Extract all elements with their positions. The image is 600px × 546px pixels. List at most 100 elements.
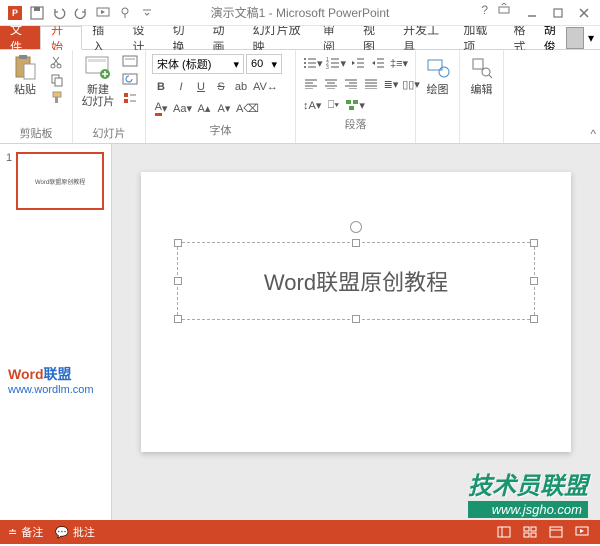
format-painter-icon[interactable] <box>48 90 66 106</box>
font-name-select[interactable]: 宋体 (标题)▾ <box>152 54 244 74</box>
layout-icon[interactable] <box>121 54 139 70</box>
maximize-button[interactable] <box>546 3 570 23</box>
strike-button[interactable]: S <box>212 78 230 96</box>
editing-button[interactable]: 编辑 <box>466 54 497 96</box>
resize-handle[interactable] <box>174 277 182 285</box>
slideshow-view-icon[interactable] <box>572 524 592 540</box>
section-icon[interactable] <box>121 90 139 106</box>
resize-handle[interactable] <box>174 315 182 323</box>
numbering-button[interactable]: 123▾ <box>325 54 346 72</box>
title-textbox[interactable]: Word联盟原创教程 <box>177 242 535 320</box>
tab-review[interactable]: 审阅 <box>313 26 353 49</box>
user-area[interactable]: 胡俊 ▾ <box>544 26 600 49</box>
resize-handle[interactable] <box>530 277 538 285</box>
redo-icon[interactable] <box>72 4 90 22</box>
group-font: 宋体 (标题)▾ 60▾ B I U S ab AV↔ A▾ Aa▾ A▴ A▾… <box>146 50 296 143</box>
tab-developer[interactable]: 开发工具 <box>393 26 453 49</box>
grow-font-button[interactable]: A▴ <box>195 99 213 117</box>
align-text-button[interactable]: ⎕▾ <box>324 96 342 114</box>
save-icon[interactable] <box>28 4 46 22</box>
align-right-button[interactable] <box>342 75 360 93</box>
window-controls: ? <box>481 3 600 23</box>
app-logo-icon[interactable]: P <box>6 4 24 22</box>
line-spacing-button[interactable]: ‡≡▾ <box>389 54 409 72</box>
svg-text:3: 3 <box>326 65 329 69</box>
justify-button[interactable] <box>362 75 380 93</box>
user-dropdown-icon[interactable]: ▾ <box>588 31 594 45</box>
paste-button[interactable]: 粘贴 <box>6 54 44 96</box>
font-size-select[interactable]: 60▾ <box>246 54 282 74</box>
reading-view-icon[interactable] <box>546 524 566 540</box>
align-center-button[interactable] <box>322 75 340 93</box>
tab-view[interactable]: 视图 <box>353 26 393 49</box>
qat-customize-icon[interactable] <box>138 4 156 22</box>
undo-icon[interactable] <box>50 4 68 22</box>
thumbnail[interactable]: Word联盟原创教程 <box>16 152 104 210</box>
copy-icon[interactable] <box>48 72 66 88</box>
new-slide-button[interactable]: 新建 幻灯片 <box>79 54 117 108</box>
change-case-button[interactable]: Aa▾ <box>172 99 193 117</box>
slide-editor[interactable]: Word联盟原创教程 <box>112 144 600 520</box>
sorter-view-icon[interactable] <box>520 524 540 540</box>
notes-button[interactable]: ≐ 备注 <box>8 524 43 540</box>
close-button[interactable] <box>572 3 596 23</box>
font-color-button[interactable]: A▾ <box>152 99 170 117</box>
bold-button[interactable]: B <box>152 78 170 96</box>
tab-format[interactable]: 格式 <box>504 26 544 49</box>
resize-handle[interactable] <box>530 239 538 247</box>
group-slides: 新建 幻灯片 幻灯片 <box>73 50 146 143</box>
drawing-button[interactable]: 绘图 <box>422 54 453 96</box>
group-clipboard: 粘贴 剪贴板 <box>0 50 73 143</box>
tab-home[interactable]: 开始 <box>40 26 82 50</box>
tab-animations[interactable]: 动画 <box>203 26 243 49</box>
underline-button[interactable]: U <box>192 78 210 96</box>
normal-view-icon[interactable] <box>494 524 514 540</box>
decrease-indent-button[interactable] <box>349 54 367 72</box>
tab-file[interactable]: 文件 <box>0 26 40 49</box>
touch-mode-icon[interactable] <box>116 4 134 22</box>
shadow-button[interactable]: ab <box>232 78 250 96</box>
tab-slideshow[interactable]: 幻灯片放映 <box>243 26 313 49</box>
increase-indent-button[interactable] <box>369 54 387 72</box>
resize-handle[interactable] <box>352 239 360 247</box>
statusbar: ≐ 备注 💬 批注 <box>0 520 600 544</box>
find-icon <box>468 54 496 82</box>
shrink-font-button[interactable]: A▾ <box>215 99 233 117</box>
slideshow-start-icon[interactable] <box>94 4 112 22</box>
avatar[interactable] <box>566 27 584 49</box>
cut-icon[interactable] <box>48 54 66 70</box>
smartart-button[interactable]: ▾ <box>344 96 366 114</box>
italic-button[interactable]: I <box>172 78 190 96</box>
resize-handle[interactable] <box>352 315 360 323</box>
notes-icon: ≐ <box>8 526 17 539</box>
comments-button[interactable]: 💬 批注 <box>55 524 95 540</box>
clear-format-button[interactable]: A⌫ <box>235 99 260 117</box>
tab-design[interactable]: 设计 <box>122 26 162 49</box>
resize-handle[interactable] <box>174 239 182 247</box>
title-text[interactable]: Word联盟原创教程 <box>264 265 448 297</box>
tab-transitions[interactable]: 切换 <box>162 26 202 49</box>
panel-watermark: Word联盟 www.wordlm.com <box>8 364 94 396</box>
corner-watermark: 技术员联盟 www.jsgho.com <box>468 466 588 518</box>
text-direction-button[interactable]: ↕A▾ <box>302 96 322 114</box>
spacing-button[interactable]: AV↔ <box>252 78 279 96</box>
workspace: 1 Word联盟原创教程 Word联盟 www.wordlm.com Word联… <box>0 144 600 520</box>
help-icon[interactable]: ? <box>481 3 488 23</box>
ribbon: 粘贴 剪贴板 新建 幻灯片 幻灯片 宋体 (标 <box>0 50 600 144</box>
reset-icon[interactable] <box>121 72 139 88</box>
bullets-button[interactable]: ▾ <box>302 54 323 72</box>
resize-handle[interactable] <box>530 315 538 323</box>
group-editing: 编辑 <box>460 50 504 143</box>
tab-addins[interactable]: 加载项 <box>453 26 503 49</box>
group-paragraph: ▾ 123▾ ‡≡▾ ≣▾ ▯▯▾ ↕A▾ ⎕▾ ▾ 段落 <box>296 50 416 143</box>
rotate-handle[interactable] <box>350 221 362 233</box>
ribbon-options-icon[interactable] <box>498 3 510 23</box>
align-left-button[interactable] <box>302 75 320 93</box>
slide-number: 1 <box>6 152 12 210</box>
tab-insert[interactable]: 插入 <box>82 26 122 49</box>
minimize-button[interactable] <box>520 3 544 23</box>
slide-thumbnail[interactable]: 1 Word联盟原创教程 <box>6 152 105 210</box>
slide-canvas[interactable]: Word联盟原创教程 <box>141 172 571 452</box>
distribute-button[interactable]: ≣▾ <box>382 75 400 93</box>
collapse-ribbon-icon[interactable]: ^ <box>590 127 596 141</box>
